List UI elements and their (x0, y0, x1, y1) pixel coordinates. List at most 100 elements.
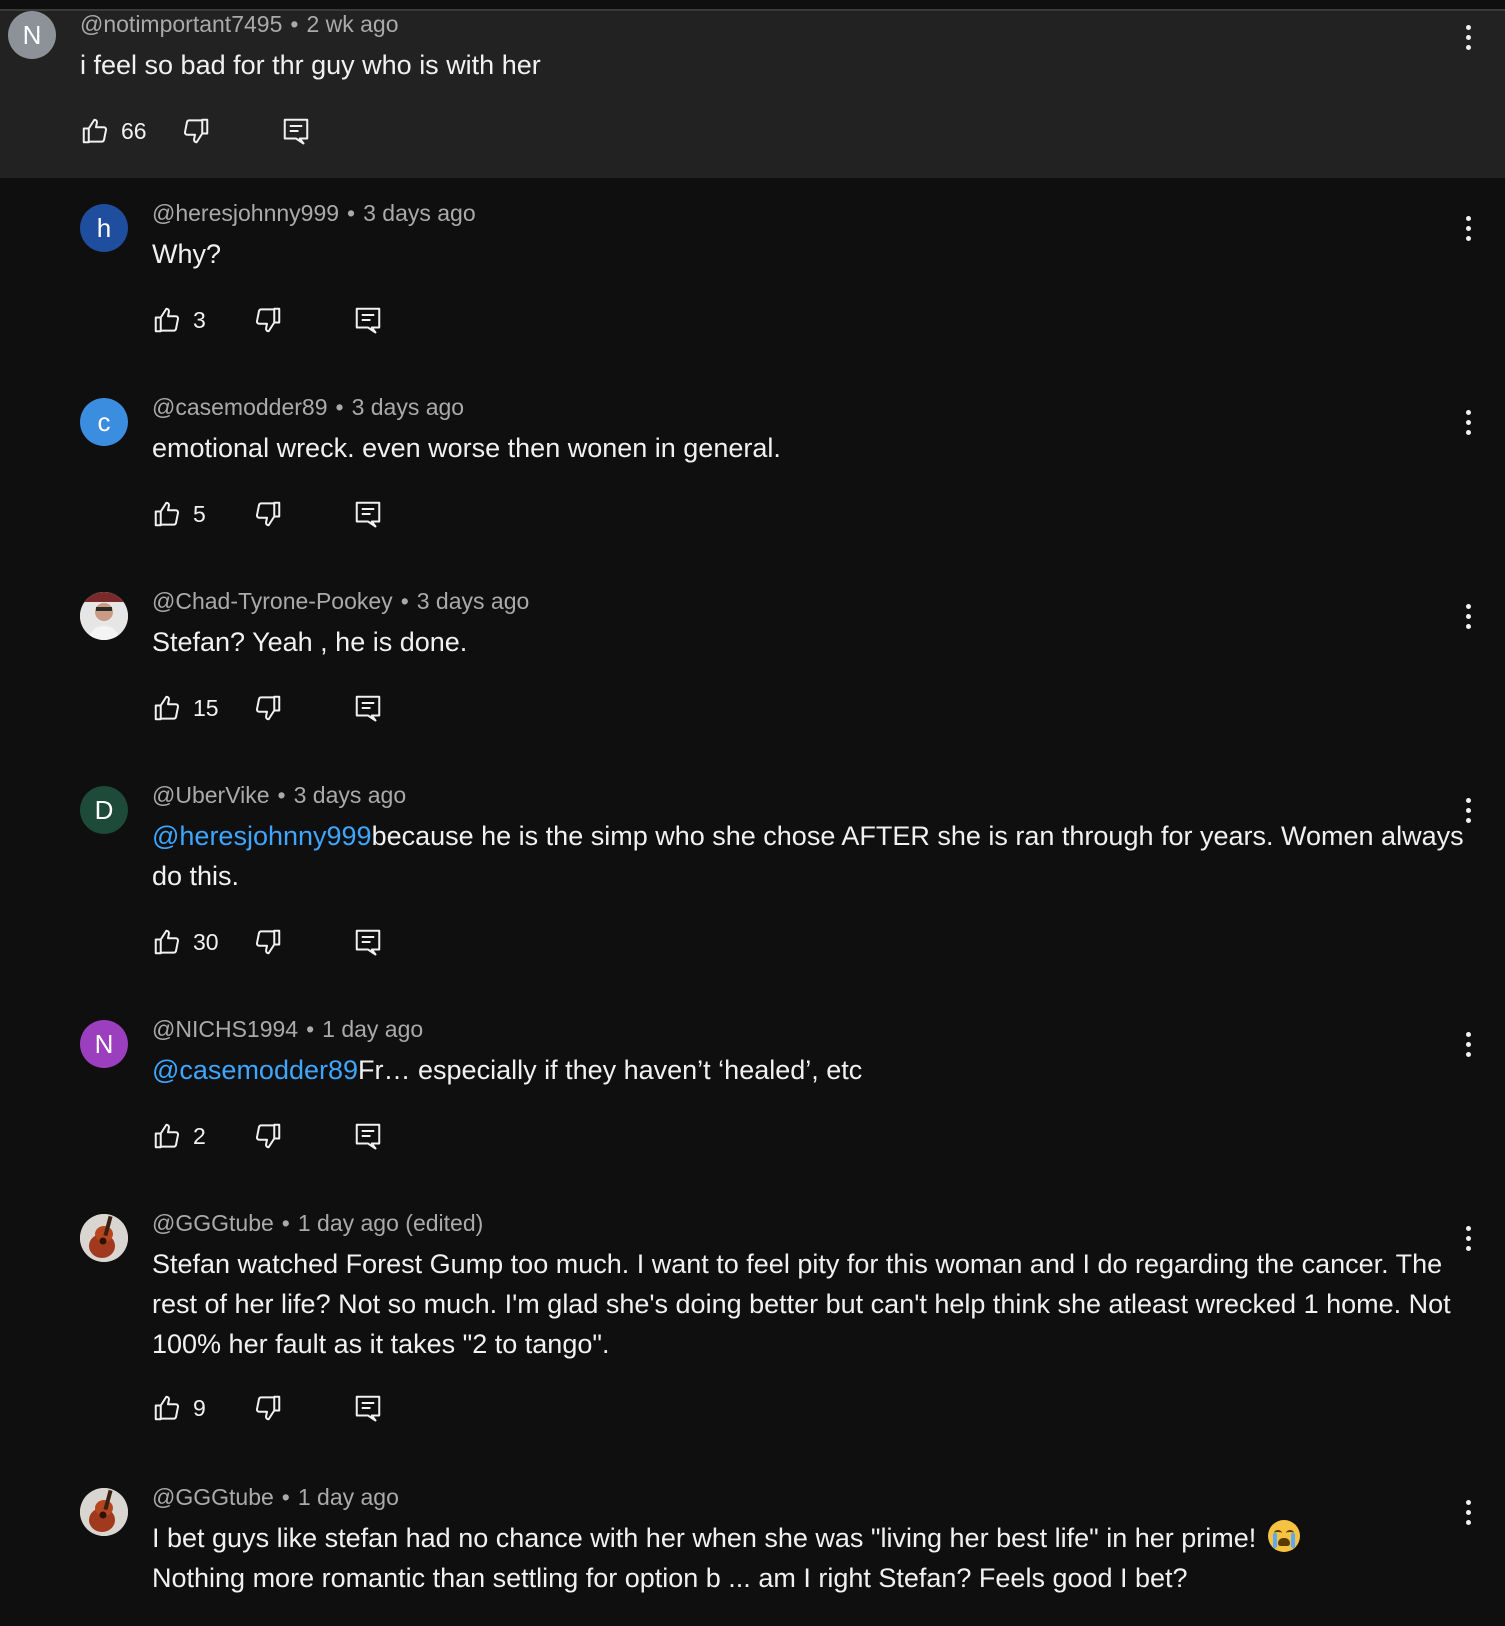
person-photo-icon (80, 592, 128, 640)
comment-text: @casemodder89Fr… especially if they have… (152, 1050, 1472, 1090)
comment-meta: @GGGtube • 1 day ago (edited) (152, 1208, 483, 1238)
kebab-dot (1465, 1225, 1471, 1231)
mention-link[interactable]: @heresjohnny999 (152, 821, 372, 851)
like-button[interactable]: 30 (152, 927, 253, 957)
comment-meta: @casemodder89 • 3 days ago (152, 392, 464, 422)
more-options-button[interactable] (1453, 596, 1483, 636)
comment-text: @heresjohnny999because he is the simp wh… (152, 816, 1472, 896)
dislike-button[interactable] (253, 1121, 283, 1151)
author-handle[interactable]: @NICHS1994 (152, 1016, 298, 1042)
guitar-photo-icon (80, 1488, 128, 1536)
avatar[interactable]: h (80, 204, 128, 252)
more-options-button[interactable] (1453, 1218, 1483, 1258)
avatar[interactable]: N (8, 11, 56, 59)
more-options-button[interactable] (1453, 208, 1483, 248)
author-handle[interactable]: @UberVike (152, 782, 270, 808)
more-options-button[interactable] (1453, 402, 1483, 442)
author-handle[interactable]: @GGGtube (152, 1210, 274, 1236)
timestamp[interactable]: 3 days ago (294, 782, 407, 808)
reply-button[interactable] (353, 1121, 383, 1151)
author-handle[interactable]: @GGGtube (152, 1484, 274, 1510)
avatar[interactable] (80, 1214, 128, 1262)
more-options-button[interactable] (1453, 790, 1483, 830)
thumbs-up-icon (82, 118, 108, 144)
more-options-button[interactable] (1453, 1024, 1483, 1064)
author-handle[interactable]: @casemodder89 (152, 394, 328, 420)
reply-button[interactable] (353, 1393, 383, 1423)
timestamp[interactable]: 3 days ago (417, 588, 530, 614)
thumbs-down-icon (255, 1395, 281, 1421)
like-button[interactable]: 66 (80, 116, 181, 146)
avatar[interactable]: D (80, 786, 128, 834)
like-button[interactable]: 9 (152, 1393, 253, 1423)
comment-body-text: I bet guys like stefan had no chance wit… (152, 1523, 1257, 1553)
comment-body-text: Stefan watched Forest Gump too much. I w… (152, 1249, 1451, 1359)
like-button[interactable]: 15 (152, 693, 253, 723)
comment-actions: 15 (152, 688, 383, 728)
dislike-button[interactable] (253, 693, 283, 723)
comment-actions: 5 (152, 494, 383, 534)
like-count: 5 (193, 500, 206, 527)
thumbs-up-icon (154, 695, 180, 721)
avatar-letter: h (96, 212, 112, 243)
parent-comment: N @notimportant7495 • 2 wk ago i feel so b… (0, 11, 1505, 178)
reply-comment-icon (355, 1395, 381, 1422)
avatar[interactable]: N (80, 1020, 128, 1068)
dislike-button[interactable] (253, 305, 283, 335)
like-button[interactable]: 3 (152, 305, 253, 335)
reply-button[interactable] (353, 499, 383, 529)
thumbs-up-icon (154, 1395, 180, 1421)
dislike-button[interactable] (253, 499, 283, 529)
timestamp[interactable]: 2 wk ago (306, 11, 398, 37)
avatar[interactable]: c (80, 398, 128, 446)
dislike-button[interactable] (181, 116, 211, 146)
avatar[interactable] (80, 1488, 128, 1536)
comment-thread: N @notimportant7495 • 2 wk ago i feel so b… (0, 0, 1505, 1626)
author-handle[interactable]: @Chad-Tyrone-Pookey (152, 588, 393, 614)
kebab-dot (1465, 603, 1471, 609)
timestamp[interactable]: 1 day ago (298, 1484, 399, 1510)
timestamp[interactable]: 3 days ago (352, 394, 465, 420)
reply-button[interactable] (353, 927, 383, 957)
kebab-dot (1465, 1235, 1471, 1241)
comment-meta: @notimportant7495 • 2 wk ago (80, 9, 399, 39)
kebab-dot (1465, 429, 1471, 435)
like-button[interactable]: 2 (152, 1121, 253, 1151)
comment-text: Stefan watched Forest Gump too much. I w… (152, 1244, 1472, 1364)
like-count: 15 (193, 694, 219, 721)
kebab-dot (1465, 1031, 1471, 1037)
reply-button[interactable] (353, 305, 383, 335)
reply-button[interactable] (281, 116, 311, 146)
avatar-letter: N (22, 19, 42, 50)
more-options-button[interactable] (1453, 1492, 1483, 1532)
comment-meta: @heresjohnny999 • 3 days ago (152, 198, 476, 228)
reply-comment-icon (355, 501, 381, 528)
comment-meta: @Chad-Tyrone-Pookey • 3 days ago (152, 586, 529, 616)
reply-comment-icon (355, 1123, 381, 1150)
author-handle[interactable]: @heresjohnny999 (152, 200, 339, 226)
author-handle[interactable]: @notimportant7495 (80, 11, 282, 37)
thumbs-up-icon (154, 501, 180, 527)
avatar[interactable] (80, 592, 128, 640)
timestamp[interactable]: 1 day ago (edited) (298, 1210, 483, 1236)
kebab-dot (1465, 44, 1471, 50)
thumbs-up-icon (154, 1123, 180, 1149)
separator-dot: • (306, 1016, 315, 1042)
more-options-button[interactable] (1453, 17, 1483, 57)
like-count: 2 (193, 1122, 206, 1149)
kebab-dot (1465, 797, 1471, 803)
like-button[interactable]: 5 (152, 499, 253, 529)
mention-link[interactable]: @casemodder89 (152, 1055, 358, 1085)
kebab-dot (1465, 1509, 1471, 1515)
comment-text: I bet guys like stefan had no chance wit… (152, 1518, 1472, 1598)
timestamp[interactable]: 3 days ago (363, 200, 476, 226)
dislike-button[interactable] (253, 927, 283, 957)
comment-body-text-line2: Nothing more romantic than settling for … (152, 1563, 1188, 1593)
kebab-dot (1465, 623, 1471, 629)
timestamp[interactable]: 1 day ago (322, 1016, 423, 1042)
reply-button[interactable] (353, 693, 383, 723)
avatar-letter: c (97, 406, 111, 437)
dislike-button[interactable] (253, 1393, 283, 1423)
separator-dot: • (281, 1484, 290, 1510)
thumbs-down-icon (255, 1123, 281, 1149)
